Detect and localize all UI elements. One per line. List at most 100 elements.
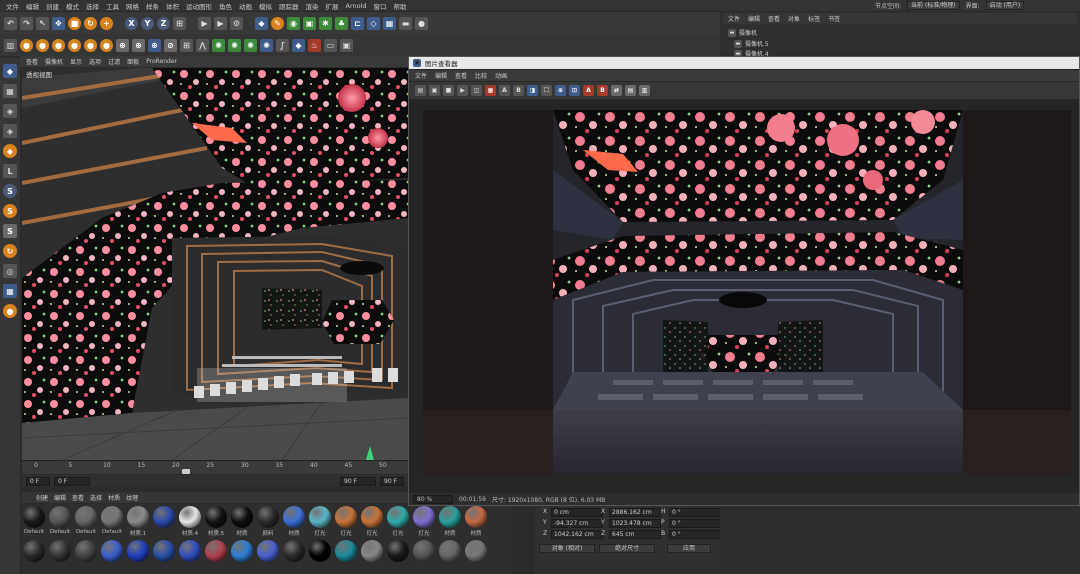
- object-mode-icon[interactable]: ●: [20, 38, 33, 52]
- position-field[interactable]: 1042.162 cm: [551, 530, 603, 539]
- picture-viewer-titlebar[interactable]: ▣ 图片查看器: [409, 57, 1079, 69]
- material-swatch[interactable]: 灯光: [360, 506, 384, 537]
- material-swatch[interactable]: Default: [100, 506, 124, 537]
- end-frame-field[interactable]: 90 F: [380, 476, 404, 486]
- material-menu-item[interactable]: 查看: [72, 493, 84, 502]
- size-field[interactable]: 1023.478 cm: [609, 519, 661, 528]
- polygons-mode-icon[interactable]: ●: [68, 38, 81, 52]
- snap-s-icon[interactable]: S: [3, 184, 17, 198]
- menu-item[interactable]: 编辑: [26, 1, 39, 11]
- object-menu-item[interactable]: 编辑: [748, 14, 760, 23]
- viewport-menu-item[interactable]: ProRender: [146, 58, 177, 65]
- snap-s2-icon[interactable]: S: [3, 204, 17, 218]
- export-icon[interactable]: ▣: [340, 38, 353, 52]
- object-menu-item[interactable]: 对象: [788, 14, 800, 23]
- generator-icon[interactable]: ▣: [303, 16, 316, 30]
- floor-icon[interactable]: ◇: [367, 16, 380, 30]
- material-swatch[interactable]: 灯光: [412, 506, 436, 537]
- material-swatch[interactable]: [464, 540, 488, 563]
- menu-item[interactable]: 样条: [146, 1, 159, 11]
- texture-icon[interactable]: ◆: [3, 144, 17, 158]
- axis-mode-icon[interactable]: ⊕: [116, 38, 129, 52]
- start-frame-field[interactable]: 0 F: [26, 476, 50, 486]
- filter-icon[interactable]: ▥: [639, 85, 650, 96]
- open-icon[interactable]: ▤: [415, 85, 426, 96]
- material-menu-item[interactable]: 编辑: [54, 493, 66, 502]
- material-swatch[interactable]: [204, 540, 228, 563]
- material-swatch[interactable]: [126, 540, 150, 563]
- z-axis-icon[interactable]: Z: [157, 16, 170, 30]
- object-menu-item[interactable]: 查看: [768, 14, 780, 23]
- polygon-icon[interactable]: ◈: [3, 104, 17, 118]
- volume-icon[interactable]: ◆: [292, 38, 305, 52]
- preview-end-field[interactable]: 90 F: [340, 476, 376, 486]
- menu-item[interactable]: 体积: [166, 1, 179, 11]
- material-swatch[interactable]: 灯光: [308, 506, 332, 537]
- material-swatch[interactable]: Default: [48, 506, 72, 537]
- timeline-ruler[interactable]: 0 5 10 15 20 25 30 35 40 45 50: [22, 460, 408, 474]
- redo-icon[interactable]: ↷: [20, 16, 33, 30]
- pen-icon[interactable]: ✎: [271, 16, 284, 30]
- ab-b-icon[interactable]: B: [597, 85, 608, 96]
- preview-start-field[interactable]: 0 F: [54, 476, 90, 486]
- fit-icon[interactable]: ⊡: [569, 85, 580, 96]
- lock-icon[interactable]: ⊘: [164, 38, 177, 52]
- viewport-menu-item[interactable]: 面板: [127, 57, 139, 66]
- material-swatch[interactable]: [386, 540, 410, 563]
- material-swatch[interactable]: [152, 506, 176, 537]
- points-mode-icon[interactable]: ●: [36, 38, 49, 52]
- menu-item[interactable]: 帮助: [394, 1, 407, 11]
- snap-s3-icon[interactable]: S: [3, 224, 17, 238]
- viewport-menu-item[interactable]: 过滤: [108, 57, 120, 66]
- checker-icon[interactable]: ▦: [3, 84, 17, 98]
- plugin-d-icon[interactable]: ✺: [260, 38, 273, 52]
- object-menu-item[interactable]: 标签: [808, 14, 820, 23]
- render-to-viewer-icon[interactable]: ▶: [214, 16, 227, 30]
- deformer-icon[interactable]: ♣: [335, 16, 348, 30]
- size-field[interactable]: 645 cm: [609, 530, 661, 539]
- model-mode-icon[interactable]: ▥: [4, 38, 17, 52]
- position-field[interactable]: -94.327 cm: [551, 519, 603, 528]
- size-field[interactable]: 2886.162 cm: [609, 508, 661, 517]
- subdivision-icon[interactable]: ◉: [287, 16, 300, 30]
- material-swatch[interactable]: 材质: [282, 506, 306, 537]
- zoom-field[interactable]: 80 %: [413, 494, 453, 504]
- compare-b-icon[interactable]: B: [513, 85, 524, 96]
- workplane-icon[interactable]: ⊕: [148, 38, 161, 52]
- camera-icon[interactable]: ▬: [399, 16, 412, 30]
- settings-icon[interactable]: ▤: [625, 85, 636, 96]
- menu-item[interactable]: 创建: [46, 1, 59, 11]
- zoom-icon[interactable]: ⊕: [555, 85, 566, 96]
- render-settings-icon[interactable]: ⚙: [230, 16, 243, 30]
- material-swatch[interactable]: [152, 540, 176, 563]
- paint-icon[interactable]: ♨: [308, 38, 321, 52]
- material-swatch[interactable]: 灯光: [334, 506, 358, 537]
- viewport-menu-item[interactable]: 选项: [89, 57, 101, 66]
- compare-a-icon[interactable]: A: [499, 85, 510, 96]
- render-icon[interactable]: ▶: [457, 85, 468, 96]
- material-swatch[interactable]: Default: [74, 506, 98, 537]
- material-swatch[interactable]: [334, 540, 358, 563]
- scene-icon[interactable]: ▦: [383, 16, 396, 30]
- material-swatch[interactable]: [412, 540, 436, 563]
- cursor-icon[interactable]: ↖: [36, 16, 49, 30]
- save-icon[interactable]: ▣: [429, 85, 440, 96]
- layout-dropdown[interactable]: 启动 (用户): [985, 1, 1025, 10]
- menu-item[interactable]: 跟踪器: [279, 1, 299, 11]
- menu-item[interactable]: 角色: [219, 1, 232, 11]
- size-mode-dropdown[interactable]: 绝对尺寸: [599, 544, 655, 553]
- ab-a-icon[interactable]: A: [583, 85, 594, 96]
- picture-viewer-menu-item[interactable]: 查看: [455, 71, 467, 80]
- picture-viewer-menu-item[interactable]: 编辑: [435, 71, 447, 80]
- magnet-icon[interactable]: ↻: [3, 244, 17, 258]
- viewport-menu-item[interactable]: 查看: [26, 57, 38, 66]
- swap-icon[interactable]: ⇄: [611, 85, 622, 96]
- menu-item[interactable]: Arnold: [346, 2, 367, 10]
- rotation-field[interactable]: 0 °: [669, 530, 721, 539]
- menu-item[interactable]: 动画: [239, 1, 252, 11]
- position-field[interactable]: 0 cm: [551, 508, 603, 517]
- rotation-field[interactable]: 0 °: [669, 508, 721, 517]
- rendered-image[interactable]: [423, 110, 1071, 474]
- object-menu-item[interactable]: 书签: [828, 14, 840, 23]
- material-swatch[interactable]: [360, 540, 384, 563]
